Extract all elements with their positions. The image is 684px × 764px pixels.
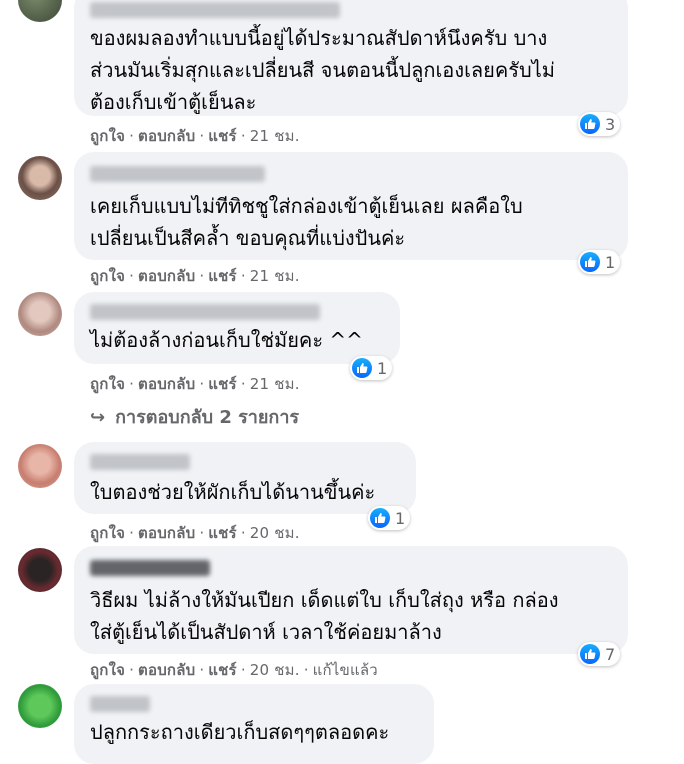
timestamp[interactable]: 21 ชม. [250,375,300,393]
commenter-name[interactable] [90,2,340,18]
reaction-count[interactable]: 1 [368,506,411,530]
reaction-count[interactable]: 1 [578,250,621,274]
thumbs-up-icon [580,644,600,664]
avatar[interactable] [18,548,62,592]
commenter-name[interactable] [90,166,265,182]
comment-actions: ถูกใจ · ตอบกลับ · แชร์ · 21 ชม. [90,127,300,145]
comment-bubble: ไม่ต้องล้างก่อนเก็บใช่มัยคะ ^^ [74,292,400,364]
comment-text: ใบตองช่วยให้ผักเก็บได้นานขึ้นค่ะ [90,480,376,504]
comment-text: ปลูกกระถางเดียวเก็บสดๆๆตลอดคะ [90,720,390,744]
reply-link[interactable]: ตอบกลับ [138,524,195,542]
reaction-count[interactable]: 7 [578,642,621,666]
view-replies-link[interactable]: ↪ การตอบกลับ 2 รายการ [90,402,299,431]
thumbs-up-icon [580,252,600,272]
comment-actions: ถูกใจ · ตอบกลับ · แชร์ · 20 ชม. [90,524,300,542]
share-link[interactable]: แชร์ [208,375,237,393]
commenter-name[interactable] [90,560,210,576]
edited-label[interactable]: แก้ไขแล้ว [313,661,378,679]
comment-text: ไม่ต้องล้างก่อนเก็บใช่มัยคะ ^^ [90,328,363,352]
reply-link[interactable]: ตอบกลับ [138,127,195,145]
avatar[interactable] [18,156,62,200]
comment-text: เคยเก็บแบบไม่ทีทิชชูใส่กล่องเข้าตู้เย็นเ… [90,194,523,250]
like-link[interactable]: ถูกใจ [90,127,125,145]
share-link[interactable]: แชร์ [208,524,237,542]
timestamp[interactable]: 21 ชม. [250,267,300,285]
comment-bubble: ใบตองช่วยให้ผักเก็บได้นานขึ้นค่ะ [74,442,416,514]
timestamp[interactable]: 21 ชม. [250,127,300,145]
timestamp[interactable]: 20 ชม. [250,524,300,542]
comment-bubble: ของผมลองทำแบบนี้อยู่ได้ประมาณสัปดาห์นึงค… [74,0,628,116]
comment-actions: ถูกใจ · ตอบกลับ · แชร์ · 20 ชม. · แก้ไขแล้ว [90,661,378,679]
commenter-name[interactable] [90,696,150,712]
share-link[interactable]: แชร์ [208,267,237,285]
like-link[interactable]: ถูกใจ [90,524,125,542]
reaction-count[interactable]: 3 [578,112,621,136]
comment-text: ของผมลองทำแบบนี้อยู่ได้ประมาณสัปดาห์นึงค… [90,26,555,114]
timestamp[interactable]: 20 ชม. [250,661,300,679]
avatar[interactable] [18,684,62,728]
thumbs-up-icon [370,508,390,528]
avatar[interactable] [18,292,62,336]
comment-text: วิธีผม ไม่ล้างให้มันเปียก เด็ดแต่ใบ เก็บ… [90,588,559,644]
thumbs-up-icon [352,358,372,378]
comment-actions: ถูกใจ · ตอบกลับ · แชร์ · 21 ชม. [90,375,300,393]
share-link[interactable]: แชร์ [208,661,237,679]
comment-bubble: วิธีผม ไม่ล้างให้มันเปียก เด็ดแต่ใบ เก็บ… [74,546,628,654]
reply-link[interactable]: ตอบกลับ [138,661,195,679]
reply-link[interactable]: ตอบกลับ [138,375,195,393]
reply-arrow-icon: ↪ [90,407,106,428]
comment-bubble: เคยเก็บแบบไม่ทีทิชชูใส่กล่องเข้าตู้เย็นเ… [74,152,628,260]
share-link[interactable]: แชร์ [208,127,237,145]
commenter-name[interactable] [90,304,320,320]
avatar[interactable] [18,444,62,488]
like-link[interactable]: ถูกใจ [90,375,125,393]
thumbs-up-icon [580,114,600,134]
commenter-name[interactable] [90,454,190,470]
like-link[interactable]: ถูกใจ [90,661,125,679]
reaction-count[interactable]: 1 [350,356,393,380]
comment-bubble: ปลูกกระถางเดียวเก็บสดๆๆตลอดคะ [74,684,434,764]
comment-actions: ถูกใจ · ตอบกลับ · แชร์ · 21 ชม. [90,267,300,285]
avatar[interactable] [18,0,62,22]
reply-link[interactable]: ตอบกลับ [138,267,195,285]
like-link[interactable]: ถูกใจ [90,267,125,285]
